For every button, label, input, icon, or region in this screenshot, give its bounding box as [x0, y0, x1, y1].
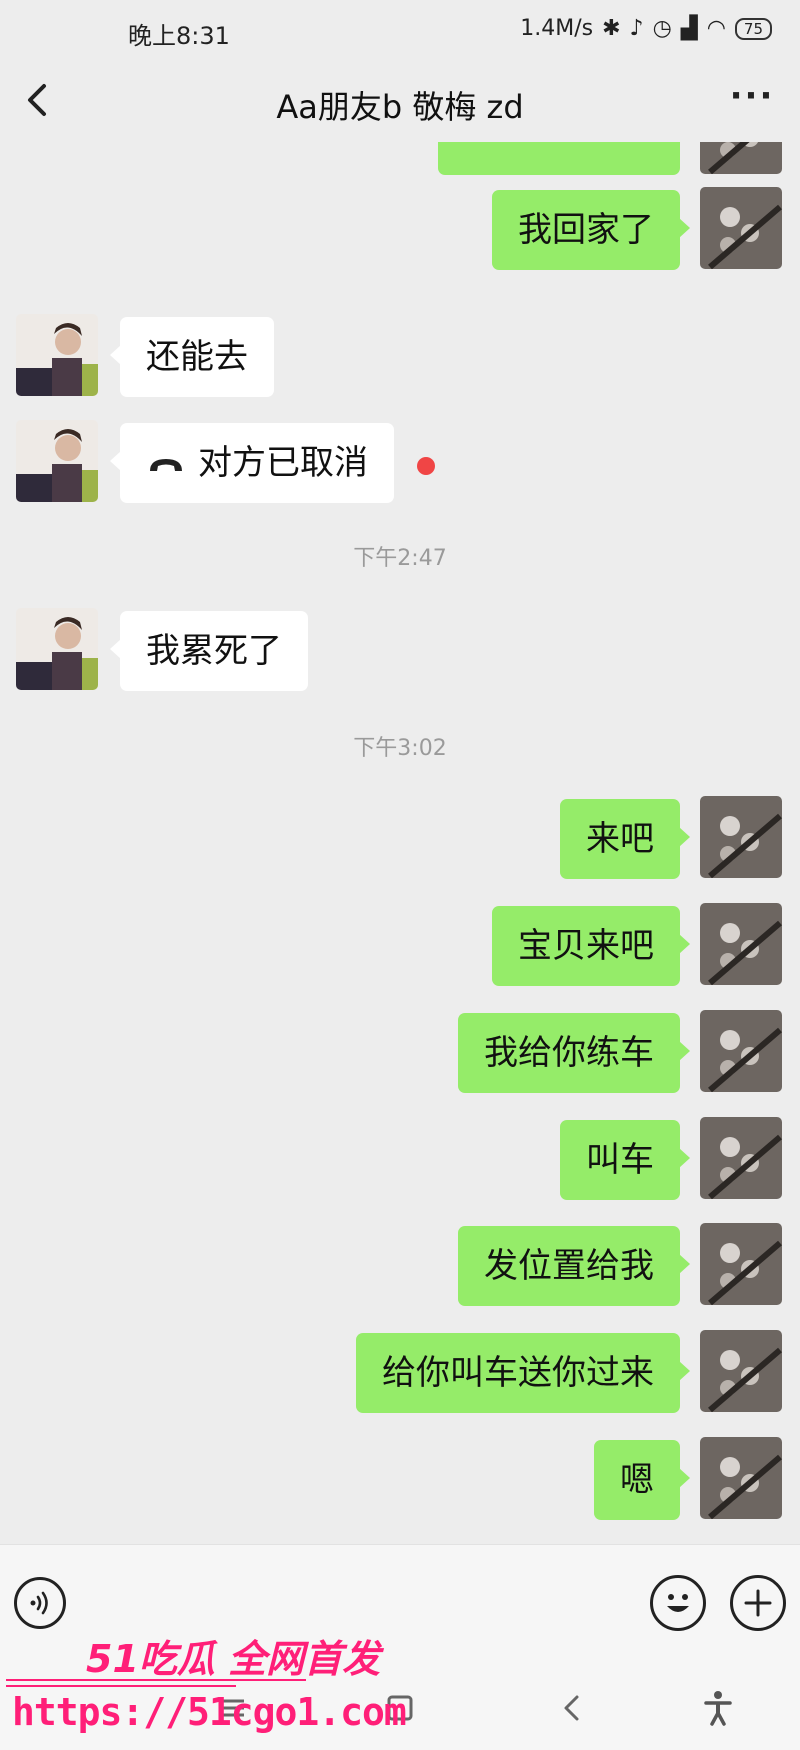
- message-outgoing: 嗯: [0, 1437, 800, 1521]
- flower-avatar-image: [700, 796, 782, 878]
- avatar-self[interactable]: [700, 903, 782, 985]
- message-outgoing: 我给你练车: [0, 1010, 800, 1094]
- call-status-text: 对方已取消: [198, 443, 368, 483]
- bluetooth-icon: ✱: [602, 15, 621, 41]
- voice-icon: [30, 1591, 48, 1615]
- message-bubble[interactable]: [438, 142, 690, 175]
- avatar-self[interactable]: [700, 142, 782, 174]
- wifi-icon: ◠: [706, 15, 726, 41]
- add-button[interactable]: [730, 1575, 786, 1631]
- status-bar: 晚上8:31 1.4M/s ✱ ♪ ◷ ▟ ◠ 75: [0, 0, 800, 62]
- avatar-contact[interactable]: [16, 420, 98, 502]
- status-time: 晚上8:31: [128, 22, 230, 50]
- message-bubble[interactable]: 嗯: [594, 1440, 690, 1520]
- flower-avatar-image: [700, 1117, 782, 1199]
- avatar-self[interactable]: [700, 1330, 782, 1412]
- flower-avatar-image: [700, 903, 782, 985]
- message-call-cancelled: 对方已取消: [0, 420, 800, 504]
- plus-icon: [744, 1589, 772, 1617]
- battery-icon: 75: [734, 17, 772, 40]
- person-avatar-image: [16, 608, 98, 690]
- accessibility-button[interactable]: [696, 1686, 740, 1730]
- time-divider: 下午3:02: [353, 736, 447, 761]
- message-outgoing: 给你叫车送你过来: [0, 1330, 800, 1414]
- message-outgoing: 宝贝来吧: [0, 903, 800, 987]
- message-bubble[interactable]: 宝贝来吧: [492, 906, 690, 986]
- avatar-self[interactable]: [700, 187, 782, 269]
- message-incoming: 我累死了: [0, 608, 800, 692]
- avatar-self[interactable]: [700, 1437, 782, 1519]
- emoji-button[interactable]: [650, 1575, 706, 1631]
- avatar-self[interactable]: [700, 796, 782, 878]
- input-bar: [0, 1544, 800, 1665]
- message-outgoing: 来吧: [0, 796, 800, 880]
- flower-avatar-image: [700, 187, 782, 269]
- flower-avatar-image: [700, 1223, 782, 1305]
- message-bubble[interactable]: 我给你练车: [458, 1013, 690, 1093]
- person-avatar-image: [16, 314, 98, 396]
- back-nav-button[interactable]: [550, 1686, 594, 1730]
- time-divider: 下午2:47: [353, 546, 447, 571]
- avatar-contact[interactable]: [16, 314, 98, 396]
- flower-avatar-image: [700, 1330, 782, 1412]
- more-icon: ···: [729, 76, 775, 116]
- signal-icon: ▟: [680, 15, 698, 41]
- emoji-icon: [667, 1594, 689, 1612]
- avatar-contact[interactable]: [16, 608, 98, 690]
- unread-dot: [417, 457, 435, 475]
- back-icon: [564, 1695, 579, 1721]
- recent-apps-button[interactable]: [210, 1686, 254, 1730]
- message-list[interactable]: 我回家了 还能去 对方已取消 下午2:47 我累死了 下午3:02 来吧 宝贝来…: [0, 142, 800, 1540]
- message-input[interactable]: [90, 1567, 624, 1641]
- flower-avatar-image: [700, 1437, 782, 1519]
- more-button[interactable]: ···: [722, 76, 782, 124]
- message-bubble[interactable]: 对方已取消: [110, 423, 394, 503]
- message-outgoing: 发位置给我: [0, 1223, 800, 1307]
- message-bubble[interactable]: 我累死了: [110, 611, 308, 691]
- message-bubble[interactable]: 来吧: [560, 799, 690, 879]
- chat-header: Aa朋友b 敬梅 zd ···: [0, 62, 800, 142]
- message-outgoing: 叫车: [0, 1117, 800, 1201]
- phone-hangup-icon: [146, 453, 186, 477]
- alarm-icon: ◷: [652, 15, 672, 41]
- system-nav-bar: [0, 1664, 800, 1750]
- mute-icon: ♪: [629, 15, 644, 41]
- voice-button[interactable]: [14, 1577, 66, 1629]
- message-outgoing: 我回家了: [0, 187, 800, 271]
- message-bubble[interactable]: 还能去: [110, 317, 274, 397]
- home-button[interactable]: [378, 1686, 422, 1730]
- flower-avatar-image: [700, 1010, 782, 1092]
- network-speed: 1.4M/s: [520, 16, 594, 41]
- avatar-self[interactable]: [700, 1223, 782, 1305]
- message-bubble[interactable]: 发位置给我: [458, 1226, 690, 1306]
- message-bubble[interactable]: 我回家了: [492, 190, 690, 270]
- person-avatar-image: [16, 420, 98, 502]
- message-outgoing-partial: [0, 142, 800, 176]
- chat-title: Aa朋友b 敬梅 zd: [276, 88, 524, 126]
- message-incoming: 还能去: [0, 314, 800, 398]
- avatar-self[interactable]: [700, 1010, 782, 1092]
- accessibility-icon: [704, 1691, 732, 1726]
- menu-icon: [220, 1699, 244, 1717]
- avatar-self[interactable]: [700, 1117, 782, 1199]
- flower-avatar-image: [700, 142, 782, 174]
- home-icon: [387, 1695, 413, 1721]
- message-bubble[interactable]: 给你叫车送你过来: [356, 1333, 690, 1413]
- status-icons: 1.4M/s ✱ ♪ ◷ ▟ ◠ 75: [520, 16, 772, 41]
- message-bubble[interactable]: 叫车: [560, 1120, 690, 1200]
